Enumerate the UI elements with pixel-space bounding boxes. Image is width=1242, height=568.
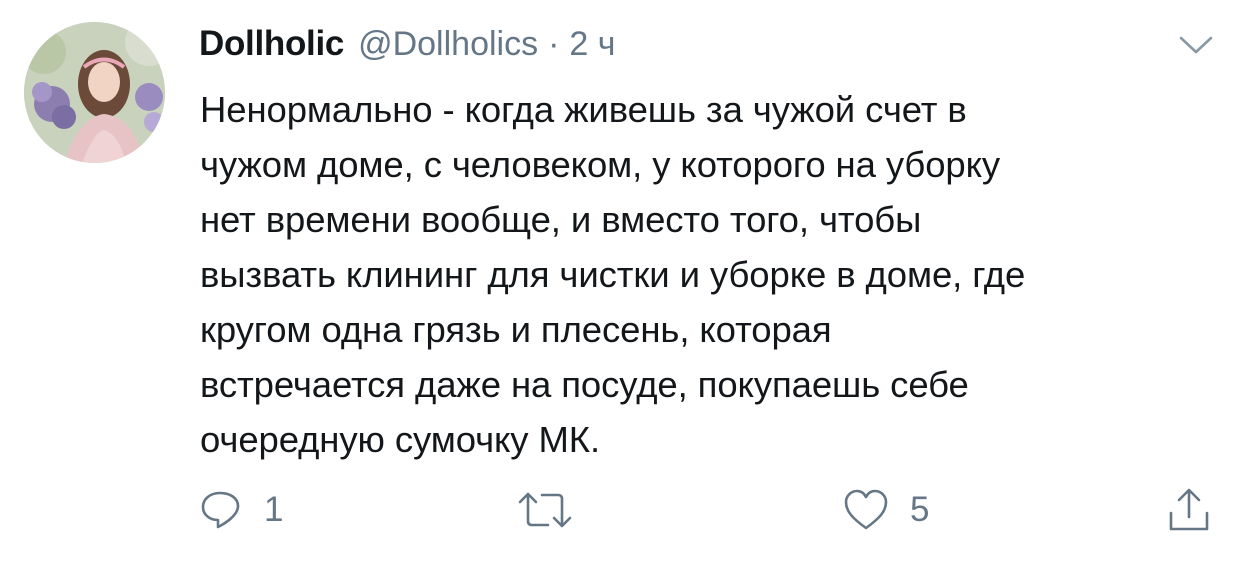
display-name[interactable]: Dollholic	[199, 24, 344, 64]
avatar-image	[24, 22, 165, 163]
like-button[interactable]: 5	[842, 482, 929, 538]
retweet-icon	[518, 492, 572, 528]
like-count: 5	[910, 490, 930, 529]
tweet-menu-button[interactable]	[1176, 32, 1216, 58]
heart-icon	[844, 489, 888, 530]
avatar[interactable]	[24, 22, 165, 163]
tweet: Dollholic @Dollholics · 2 ч Ненормально …	[0, 0, 1242, 568]
timestamp[interactable]: 2 ч	[569, 25, 615, 64]
reply-icon	[201, 491, 240, 529]
tweet-header: Dollholic @Dollholics · 2 ч	[199, 24, 616, 72]
chevron-down-icon	[1179, 36, 1213, 54]
share-icon	[1169, 488, 1209, 531]
share-button[interactable]	[1164, 482, 1214, 538]
reply-button[interactable]: 1	[198, 482, 283, 538]
reply-count: 1	[264, 490, 284, 529]
retweet-button[interactable]	[516, 482, 594, 538]
separator-dot: ·	[548, 25, 560, 63]
user-handle[interactable]: @Dollholics	[358, 25, 538, 64]
tweet-text: Ненормально - когда живешь за чужой счет…	[200, 89, 1026, 460]
